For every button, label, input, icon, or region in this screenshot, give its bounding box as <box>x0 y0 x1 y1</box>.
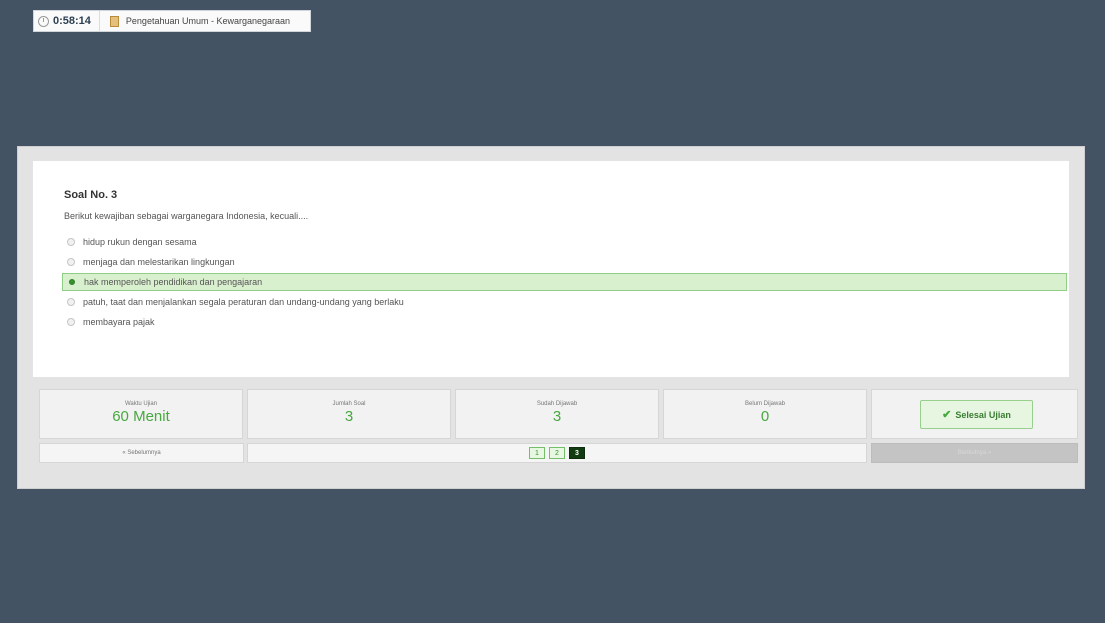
radio-button-selected[interactable] <box>69 279 75 285</box>
stat-label: Belum Dijawab <box>744 401 786 407</box>
book-icon <box>109 15 119 27</box>
check-icon: ✔ <box>942 409 952 421</box>
page-button-1[interactable]: 1 <box>529 447 545 459</box>
next-button[interactable]: Berikutnya » <box>871 443 1078 463</box>
answer-option-5[interactable]: membayara pajak <box>62 313 1067 331</box>
stat-unanswered: Belum Dijawab 0 <box>663 389 867 439</box>
previous-label: « Sebelumnya <box>122 450 161 456</box>
clock-icon <box>38 15 49 27</box>
stat-value: 3 <box>344 408 354 425</box>
question-panel: Soal No. 3 Berikut kewajiban sebagai war… <box>33 161 1069 377</box>
answer-option-2[interactable]: menjaga dan melestarikan lingkungan <box>62 253 1067 271</box>
stat-answered: Sudah Dijawab 3 <box>455 389 659 439</box>
question-number: Soal No. 3 <box>64 189 118 201</box>
next-label: Berikutnya » <box>957 450 992 456</box>
option-label: menjaga dan melestarikan lingkungan <box>83 257 235 267</box>
stat-label: Sudah Dijawab <box>536 401 578 407</box>
subject: Pengetahuan Umum - Kewarganegaraan <box>100 15 291 27</box>
option-label: patuh, taat dan menjalankan segala perat… <box>83 297 404 307</box>
page-button-2[interactable]: 2 <box>549 447 565 459</box>
radio-button[interactable] <box>67 318 75 326</box>
subject-title: Pengetahuan Umum - Kewarganegaraan <box>125 16 291 26</box>
radio-button[interactable] <box>67 258 75 266</box>
previous-button[interactable]: « Sebelumnya <box>39 443 244 463</box>
stat-label: Jumlah Soal <box>332 401 366 407</box>
exam-header-bar: 0:58:14 Pengetahuan Umum - Kewarganegara… <box>33 10 311 32</box>
radio-button[interactable] <box>67 238 75 246</box>
stat-label: Waktu Ujian <box>124 401 158 407</box>
stat-value: 60 Menit <box>112 408 170 425</box>
question-pager: 1 2 3 <box>247 443 867 463</box>
timer: 0:58:14 <box>34 11 100 31</box>
question-text: Berikut kewajiban sebagai warganegara In… <box>64 211 309 221</box>
option-label: membayara pajak <box>83 317 155 327</box>
answer-option-4[interactable]: patuh, taat dan menjalankan segala perat… <box>62 293 1067 311</box>
answer-option-1[interactable]: hidup rukun dengan sesama <box>62 233 1067 251</box>
stat-value: 0 <box>760 408 770 425</box>
stat-value: 3 <box>552 408 562 425</box>
answer-option-3[interactable]: hak memperoleh pendidikan dan pengajaran <box>62 273 1067 291</box>
page-button-3[interactable]: 3 <box>569 447 585 459</box>
exam-container: Soal No. 3 Berikut kewajiban sebagai war… <box>17 146 1085 489</box>
radio-button[interactable] <box>67 298 75 306</box>
stat-question-count: Jumlah Soal 3 <box>247 389 451 439</box>
finish-exam-button[interactable]: ✔ Selesai Ujian <box>920 400 1033 429</box>
option-label: hak memperoleh pendidikan dan pengajaran <box>84 277 263 287</box>
option-label: hidup rukun dengan sesama <box>83 237 197 247</box>
stat-exam-time: Waktu Ujian 60 Menit <box>39 389 243 439</box>
finish-exam-label: Selesai Ujian <box>955 409 1011 420</box>
timer-value: 0:58:14 <box>53 15 91 27</box>
